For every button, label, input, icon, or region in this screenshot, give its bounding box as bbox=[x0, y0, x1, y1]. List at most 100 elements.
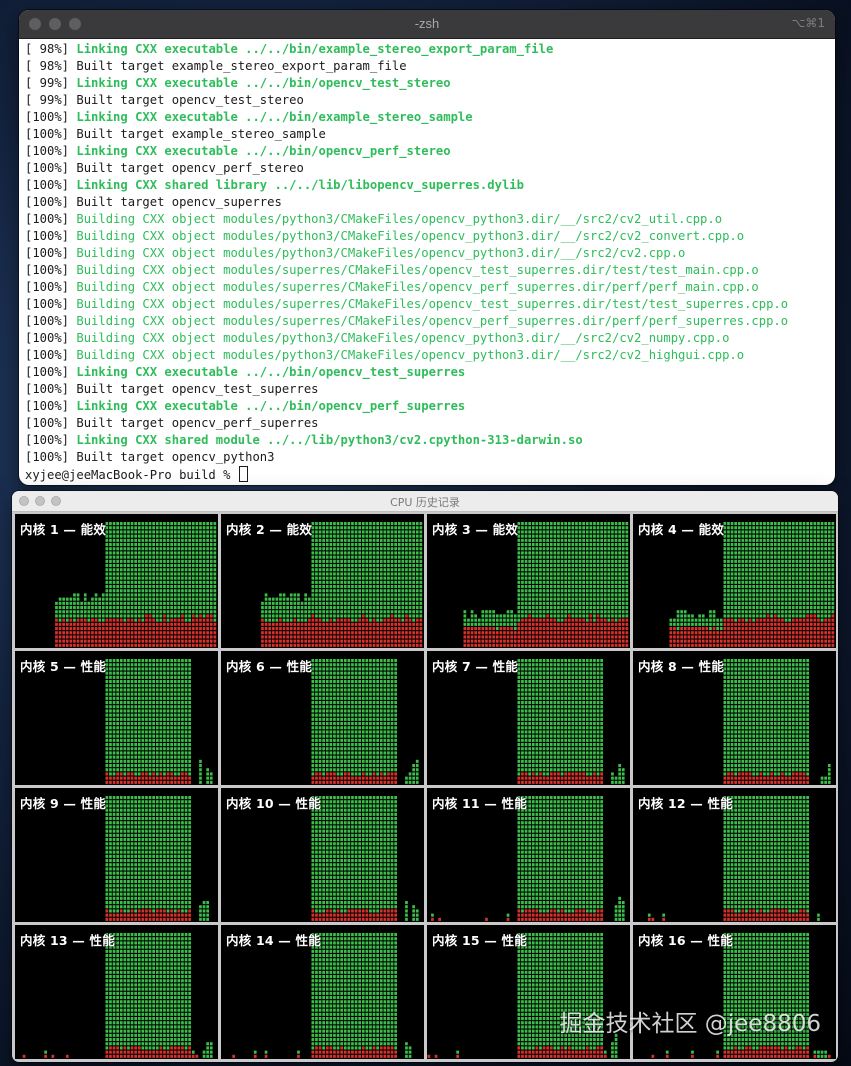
system-usage-segment bbox=[799, 643, 802, 647]
user-usage-segment bbox=[788, 538, 791, 542]
system-usage-segment bbox=[687, 639, 691, 643]
user-usage-segment bbox=[184, 601, 188, 605]
user-usage-segment bbox=[698, 614, 701, 618]
user-usage-segment bbox=[130, 559, 134, 563]
user-usage-segment bbox=[105, 576, 109, 580]
system-usage-segment bbox=[333, 635, 336, 639]
system-usage-segment bbox=[694, 639, 698, 643]
user-usage-segment bbox=[770, 580, 773, 584]
user-usage-segment bbox=[539, 555, 542, 559]
user-usage-segment bbox=[145, 730, 148, 734]
user-usage-segment bbox=[358, 526, 361, 530]
system-usage-segment bbox=[831, 639, 835, 643]
shell-prompt-line[interactable]: xyjee@jeeMacBook-Pro build % bbox=[25, 466, 835, 483]
user-usage-segment bbox=[202, 572, 206, 576]
user-usage-segment bbox=[723, 580, 727, 584]
user-usage-segment bbox=[209, 555, 213, 559]
system-usage-segment bbox=[611, 631, 614, 635]
user-usage-segment bbox=[553, 522, 557, 526]
system-usage-segment bbox=[307, 643, 311, 647]
user-usage-segment bbox=[560, 614, 564, 618]
user-usage-segment bbox=[155, 764, 159, 768]
user-usage-segment bbox=[354, 547, 358, 551]
user-usage-segment bbox=[745, 526, 748, 530]
system-usage-segment bbox=[795, 618, 799, 622]
user-usage-segment bbox=[788, 534, 791, 538]
user-usage-segment bbox=[170, 755, 173, 759]
user-usage-segment bbox=[286, 606, 289, 610]
user-usage-segment bbox=[279, 601, 282, 605]
progress-percent: [100%] bbox=[25, 229, 70, 243]
system-usage-segment bbox=[361, 631, 365, 635]
system-usage-segment bbox=[691, 639, 694, 643]
user-usage-segment bbox=[795, 564, 799, 568]
user-usage-segment bbox=[148, 551, 152, 555]
user-usage-segment bbox=[173, 747, 177, 751]
system-usage-segment bbox=[199, 627, 202, 631]
terminal-titlebar[interactable]: -zsh ⌥⌘1 bbox=[19, 10, 835, 39]
system-usage-segment bbox=[286, 631, 289, 635]
system-usage-segment bbox=[73, 639, 76, 643]
user-usage-segment bbox=[727, 526, 730, 530]
user-usage-segment bbox=[379, 597, 383, 601]
user-usage-segment bbox=[521, 538, 524, 542]
user-usage-segment bbox=[730, 576, 734, 580]
user-usage-segment bbox=[354, 568, 358, 572]
user-usage-segment bbox=[109, 747, 112, 751]
user-usage-segment bbox=[340, 547, 343, 551]
system-usage-segment bbox=[383, 631, 387, 635]
user-usage-segment bbox=[824, 610, 827, 614]
user-usage-segment bbox=[387, 614, 390, 618]
user-usage-segment bbox=[781, 526, 784, 530]
terminal-output[interactable]: [ 98%] Linking CXX executable ../../bin/… bbox=[19, 39, 835, 483]
user-usage-segment bbox=[737, 610, 741, 614]
user-usage-segment bbox=[289, 614, 293, 618]
user-usage-segment bbox=[727, 564, 730, 568]
system-usage-segment bbox=[470, 627, 474, 631]
user-usage-segment bbox=[329, 593, 333, 597]
user-usage-segment bbox=[784, 614, 788, 618]
user-usage-segment bbox=[694, 622, 698, 626]
user-usage-segment bbox=[145, 705, 148, 709]
user-usage-segment bbox=[361, 606, 365, 610]
user-usage-segment bbox=[141, 572, 145, 576]
user-usage-segment bbox=[123, 618, 127, 622]
user-usage-segment bbox=[137, 747, 141, 751]
user-usage-segment bbox=[209, 580, 213, 584]
user-usage-segment bbox=[155, 555, 159, 559]
build-message: Linking CXX executable ../../bin/opencv_… bbox=[69, 76, 451, 90]
user-usage-segment bbox=[621, 610, 625, 614]
user-usage-segment bbox=[517, 580, 521, 584]
user-usage-segment bbox=[712, 618, 716, 622]
user-usage-segment bbox=[173, 768, 177, 772]
system-usage-segment bbox=[603, 631, 607, 635]
user-usage-segment bbox=[528, 593, 531, 597]
system-usage-segment bbox=[503, 635, 506, 639]
system-usage-segment bbox=[614, 639, 618, 643]
cpu-history-titlebar[interactable]: CPU 历史记录 bbox=[12, 491, 838, 512]
user-usage-segment bbox=[784, 618, 788, 622]
user-usage-segment bbox=[485, 610, 488, 614]
user-usage-segment bbox=[788, 555, 791, 559]
user-usage-segment bbox=[318, 559, 322, 563]
user-usage-segment bbox=[727, 610, 730, 614]
user-usage-segment bbox=[763, 559, 766, 563]
user-usage-segment bbox=[141, 614, 145, 618]
user-usage-segment bbox=[408, 530, 412, 534]
user-usage-segment bbox=[387, 597, 390, 601]
user-usage-segment bbox=[535, 534, 539, 538]
system-usage-segment bbox=[98, 635, 101, 639]
user-usage-segment bbox=[170, 659, 173, 663]
user-usage-segment bbox=[531, 589, 535, 593]
system-usage-segment bbox=[567, 614, 571, 618]
user-usage-segment bbox=[325, 564, 329, 568]
system-usage-segment bbox=[383, 635, 387, 639]
user-usage-segment bbox=[354, 614, 358, 618]
terminal-window[interactable]: -zsh ⌥⌘1 [ 98%] Linking CXX executable .… bbox=[19, 10, 835, 485]
cpu-history-window[interactable]: CPU 历史记录 内核 1 — 能效 内核 2 — 能效 内核 3 — 能效 内核 4… bbox=[12, 491, 838, 1062]
user-usage-segment bbox=[351, 522, 354, 526]
user-usage-segment bbox=[166, 684, 170, 688]
cpu-core-label: 内核 2 — 能效 bbox=[226, 522, 313, 537]
user-usage-segment bbox=[611, 555, 614, 559]
user-usage-segment bbox=[625, 597, 629, 601]
